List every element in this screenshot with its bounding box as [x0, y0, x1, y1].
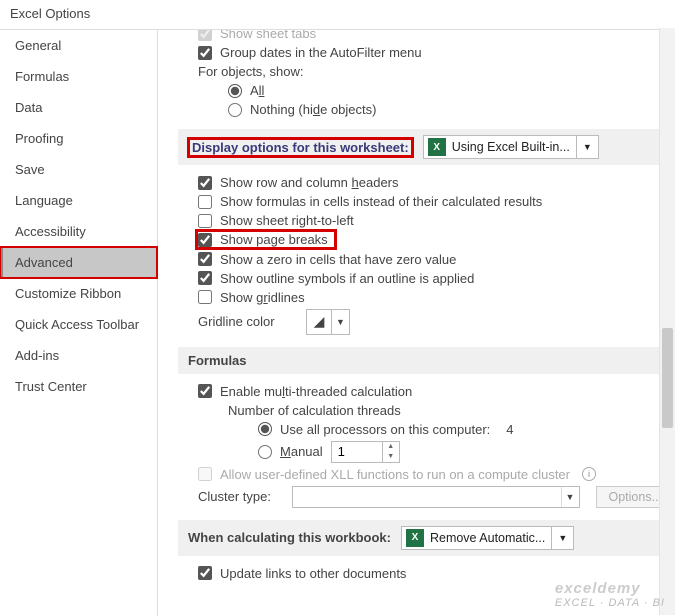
spinner-down-icon[interactable]: ▼: [383, 452, 399, 462]
show-sheet-tabs-label: Show sheet tabs: [220, 29, 316, 41]
manual-threads-radio[interactable]: [258, 445, 272, 459]
num-threads-label: Number of calculation threads: [228, 403, 401, 418]
sheet-rtl-checkbox[interactable]: [198, 214, 212, 228]
row-col-headers-label: Show row and column headers: [220, 175, 399, 190]
show-gridlines-label: Show gridlines: [220, 290, 305, 305]
update-links-label: Update links to other documents: [220, 566, 406, 581]
info-icon[interactable]: i: [582, 467, 596, 481]
chevron-down-icon: ▼: [551, 527, 573, 549]
objects-all-label: All: [250, 83, 264, 98]
show-sheet-tabs-checkbox[interactable]: [198, 29, 212, 41]
calc-workbook-title: When calculating this workbook:: [188, 530, 391, 545]
vertical-scrollbar[interactable]: [659, 28, 675, 615]
all-processors-label: Use all processors on this computer:: [280, 422, 490, 437]
sidebar-item-proofing[interactable]: Proofing: [0, 123, 157, 154]
worksheet-selector[interactable]: X Using Excel Built-in... ▼: [423, 135, 599, 159]
group-dates-checkbox[interactable]: [198, 46, 212, 60]
objects-nothing-label: Nothing (hide objects): [250, 102, 376, 117]
objects-all-radio[interactable]: [228, 84, 242, 98]
update-links-checkbox[interactable]: [198, 566, 212, 580]
outline-symbols-label: Show outline symbols if an outline is ap…: [220, 271, 474, 286]
manual-threads-spinner[interactable]: ▲▼: [331, 441, 400, 463]
processor-count: 4: [506, 422, 513, 437]
sidebar-item-accessibility[interactable]: Accessibility: [0, 216, 157, 247]
page-breaks-checkbox[interactable]: [198, 233, 212, 247]
chevron-down-icon: ▼: [561, 487, 579, 507]
paint-bucket-icon: ◢: [307, 313, 331, 330]
row-col-headers-checkbox[interactable]: [198, 176, 212, 190]
calc-workbook-text: Remove Automatic...: [428, 531, 551, 545]
options-sidebar: General Formulas Data Proofing Save Lang…: [0, 29, 158, 616]
outline-symbols-checkbox[interactable]: [198, 271, 212, 285]
multithread-label: Enable multi-threaded calculation: [220, 384, 412, 399]
sidebar-item-advanced[interactable]: Advanced: [0, 247, 157, 278]
calc-workbook-selector[interactable]: X Remove Automatic... ▼: [401, 526, 574, 550]
xll-cluster-checkbox: [198, 467, 212, 481]
spinner-up-icon[interactable]: ▲: [383, 442, 399, 452]
manual-threads-label: Manual: [280, 444, 323, 459]
content-panel: Show sheet tabs Group dates in the AutoF…: [158, 29, 675, 616]
watermark: exceldemy EXCEL · DATA · BI: [555, 580, 665, 609]
sidebar-item-general[interactable]: General: [0, 30, 157, 61]
sidebar-item-formulas[interactable]: Formulas: [0, 61, 157, 92]
calc-workbook-header: When calculating this workbook: X Remove…: [178, 520, 663, 556]
sidebar-item-data[interactable]: Data: [0, 92, 157, 123]
sidebar-item-language[interactable]: Language: [0, 185, 157, 216]
sheet-rtl-label: Show sheet right-to-left: [220, 213, 354, 228]
scrollbar-thumb[interactable]: [662, 328, 673, 428]
group-dates-label: Group dates in the AutoFilter menu: [220, 45, 422, 60]
gridline-color-picker[interactable]: ◢ ▼: [306, 309, 350, 335]
multithread-checkbox[interactable]: [198, 384, 212, 398]
xll-cluster-label: Allow user-defined XLL functions to run …: [220, 467, 570, 482]
show-zero-label: Show a zero in cells that have zero valu…: [220, 252, 456, 267]
excel-icon: X: [406, 529, 424, 547]
manual-threads-input[interactable]: [332, 442, 382, 462]
objects-nothing-radio[interactable]: [228, 103, 242, 117]
chevron-down-icon: ▼: [576, 136, 598, 158]
sidebar-item-customize-ribbon[interactable]: Customize Ribbon: [0, 278, 157, 309]
sidebar-item-addins[interactable]: Add-ins: [0, 340, 157, 371]
cluster-type-label: Cluster type:: [198, 489, 284, 504]
sidebar-item-trust-center[interactable]: Trust Center: [0, 371, 157, 402]
show-zero-checkbox[interactable]: [198, 252, 212, 266]
gridline-color-label: Gridline color: [198, 314, 298, 329]
show-gridlines-checkbox[interactable]: [198, 290, 212, 304]
formulas-section-header: Formulas: [178, 347, 663, 374]
show-formulas-label: Show formulas in cells instead of their …: [220, 194, 542, 209]
worksheet-display-title: Display options for this worksheet:: [188, 138, 413, 157]
sidebar-item-quick-access[interactable]: Quick Access Toolbar: [0, 309, 157, 340]
worksheet-display-header: Display options for this worksheet: X Us…: [178, 129, 663, 165]
show-formulas-checkbox[interactable]: [198, 195, 212, 209]
page-breaks-label: Show page breaks: [220, 232, 328, 247]
all-processors-radio[interactable]: [258, 422, 272, 436]
for-objects-label: For objects, show:: [198, 64, 304, 79]
worksheet-selector-text: Using Excel Built-in...: [450, 140, 576, 154]
cluster-type-select[interactable]: ▼: [292, 486, 580, 508]
sidebar-item-save[interactable]: Save: [0, 154, 157, 185]
chevron-down-icon: ▼: [331, 310, 349, 334]
window-title: Excel Options: [0, 0, 675, 29]
excel-icon: X: [428, 138, 446, 156]
